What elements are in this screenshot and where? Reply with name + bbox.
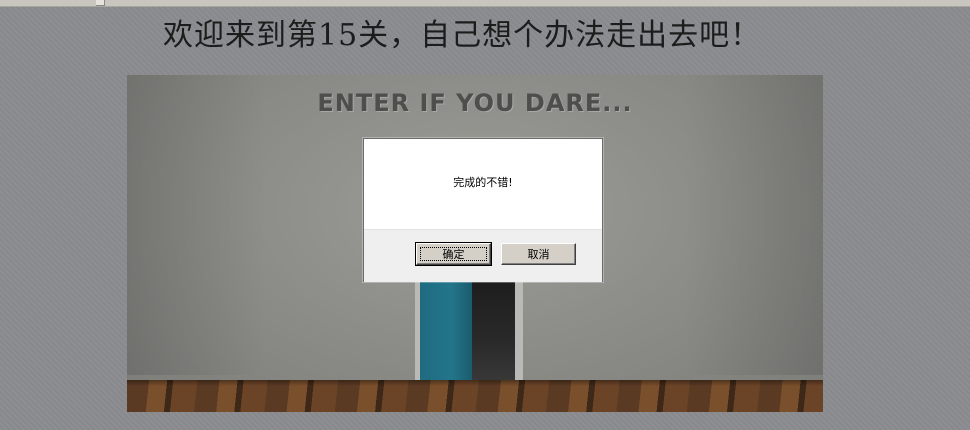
cancel-button[interactable]: 取消 xyxy=(501,243,576,265)
browser-chrome-strip xyxy=(0,0,970,7)
dialog-footer: 确定 取消 xyxy=(364,229,602,282)
scene-caption: ENTER IF YOU DARE... xyxy=(317,89,633,117)
open-door xyxy=(420,280,472,393)
wooden-floor xyxy=(127,380,823,412)
ok-button[interactable]: 确定 xyxy=(415,242,492,266)
page-title: 欢迎来到第15关，自己想个办法走出去吧！ xyxy=(163,18,762,53)
wall-shade-right xyxy=(683,75,823,375)
wall-shade-left xyxy=(127,75,267,375)
dialog-message: 完成的不错! xyxy=(453,176,513,189)
focus-ring xyxy=(420,247,487,261)
chrome-tab-stub xyxy=(96,0,105,6)
page: 欢迎来到第15关，自己想个办法走出去吧！ ENTER IF YOU DARE..… xyxy=(0,0,970,430)
cancel-button-label: 取消 xyxy=(527,248,550,261)
alert-dialog: 完成的不错! 确定 取消 xyxy=(363,138,603,282)
